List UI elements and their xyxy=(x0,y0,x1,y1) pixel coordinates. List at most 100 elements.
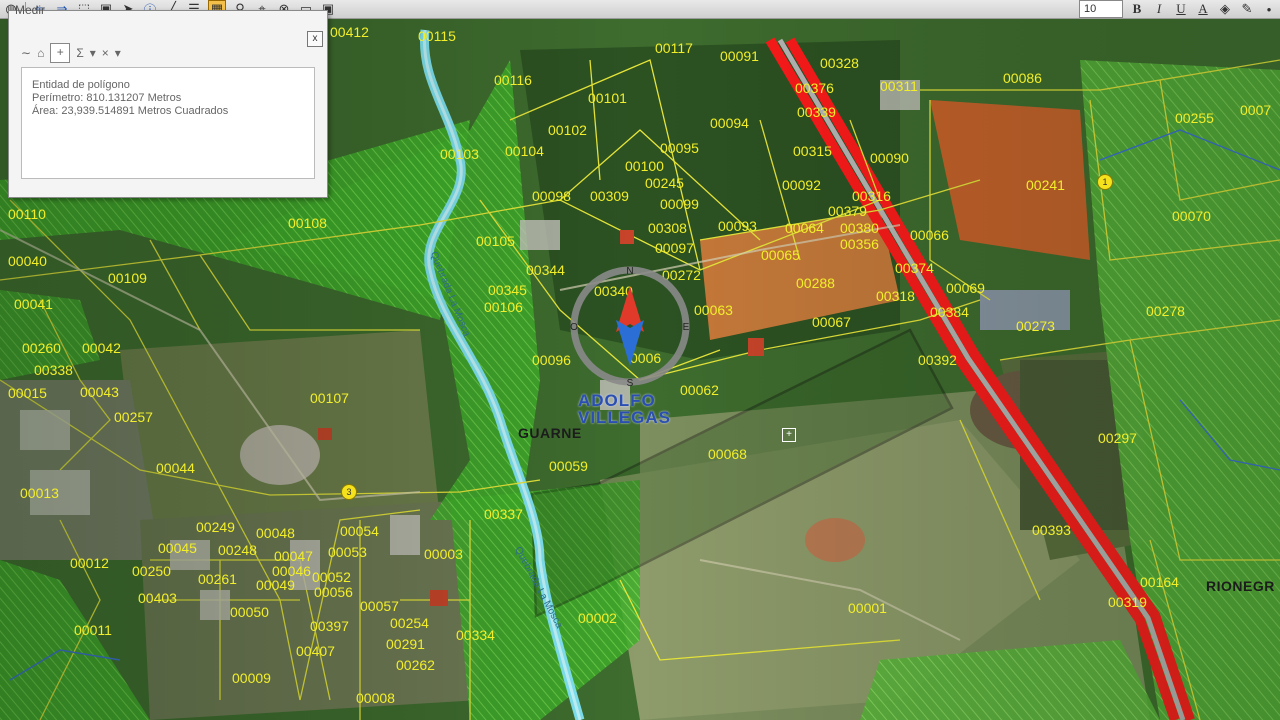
parcel-label: 00117 xyxy=(655,40,693,56)
place-label-guarne: GUARNE xyxy=(518,425,582,441)
parcel-label: 00053 xyxy=(328,544,367,560)
parcel-label: 00105 xyxy=(476,233,515,249)
marker-color-icon[interactable]: • xyxy=(1261,1,1277,17)
line-color-icon[interactable]: ✎ xyxy=(1239,1,1255,17)
parcel-label: 00067 xyxy=(812,314,851,330)
parcel-label: 00048 xyxy=(256,525,295,541)
parcel-label: 00384 xyxy=(930,304,969,320)
parcel-label: 00041 xyxy=(14,296,53,312)
place-label-rionegro: RIONEGR xyxy=(1206,578,1275,594)
parcel-label: 00288 xyxy=(796,275,835,291)
parcel-label: 00241 xyxy=(1026,177,1065,193)
compass-north-label: N xyxy=(626,266,633,277)
parcel-label: 00099 xyxy=(660,196,699,212)
parcel-label: 00068 xyxy=(708,446,747,462)
compass-needle-south xyxy=(616,320,644,366)
parcel-label: 00403 xyxy=(138,590,177,606)
parcel-label: 00338 xyxy=(34,362,73,378)
measure-area-icon[interactable]: ⌂ xyxy=(37,46,44,60)
measure-feature-icon[interactable]: + xyxy=(50,43,71,63)
options-dropdown-icon[interactable]: ▾ xyxy=(115,46,121,60)
parcel-label: 00009 xyxy=(232,670,271,686)
parcel-label: 00380 xyxy=(840,220,879,236)
parcel-label: 00297 xyxy=(1098,430,1137,446)
text-color-button[interactable]: A xyxy=(1195,1,1211,17)
parcel-label: 00040 xyxy=(8,253,47,269)
parcel-label: 00291 xyxy=(386,636,425,652)
parcel-label: 00116 xyxy=(494,72,532,88)
parcel-label: 00097 xyxy=(655,240,694,256)
parcel-label: 00042 xyxy=(82,340,121,356)
parcel-label: 00273 xyxy=(1016,318,1055,334)
parcel-label: 00254 xyxy=(390,615,429,631)
underline-button[interactable]: U xyxy=(1173,1,1189,17)
parcel-label: 00098 xyxy=(532,188,571,204)
result-feature-type: Entidad de polígono xyxy=(32,79,130,91)
parcel-label: 00045 xyxy=(158,540,197,556)
parcel-label: 00379 xyxy=(828,203,867,219)
parcel-label: 00344 xyxy=(526,262,565,278)
parcel-label: 00064 xyxy=(785,220,824,236)
result-perimeter: Perímetro: 810.131207 Metros xyxy=(32,92,182,104)
measure-tools: ∼ ⌂ + Σ ▾ × ▾ xyxy=(21,43,121,63)
parcel-label: 00393 xyxy=(1032,522,1071,538)
parcel-label: 00164 xyxy=(1140,574,1179,590)
parcel-label: 00397 xyxy=(310,618,349,634)
brand-line: ADOLFO xyxy=(578,391,656,410)
parcel-label: 00339 xyxy=(797,104,836,120)
close-button[interactable]: x xyxy=(307,31,323,47)
fill-color-icon[interactable]: ◈ xyxy=(1217,1,1233,17)
parcel-label: 00374 xyxy=(895,260,934,276)
parcel-label: 00407 xyxy=(296,643,335,659)
parcel-label: 00316 xyxy=(852,188,891,204)
parcel-label: 00108 xyxy=(288,215,327,231)
parcel-label: 00376 xyxy=(795,80,834,96)
parcel-label: 00356 xyxy=(840,236,879,252)
map-marker[interactable]: 1 xyxy=(1097,174,1113,190)
measure-window-title: Medir xyxy=(15,3,46,17)
parcel-label: 00086 xyxy=(1003,70,1042,86)
parcel-label: 00392 xyxy=(918,352,957,368)
measure-line-icon[interactable]: ∼ xyxy=(21,46,31,60)
parcel-label: 00013 xyxy=(20,485,59,501)
compass-watermark: N S E O xyxy=(570,266,690,389)
parcel-label: 00102 xyxy=(548,122,587,138)
parcel-label: 00107 xyxy=(310,390,349,406)
parcel-label: 00043 xyxy=(80,384,119,400)
parcel-label: 00049 xyxy=(256,577,295,593)
parcel-label: 00008 xyxy=(356,690,395,706)
brand-watermark: ADOLFO VILLEGAS xyxy=(578,392,671,426)
parcel-label: 00255 xyxy=(1175,110,1214,126)
parcel-label: 00011 xyxy=(74,622,112,638)
parcel-label: 00104 xyxy=(505,143,544,159)
parcel-label: 00106 xyxy=(484,299,523,315)
parcel-label: 00100 xyxy=(625,158,664,174)
mouse-cursor-icon: + xyxy=(782,428,796,442)
sum-button[interactable]: Σ xyxy=(76,46,83,60)
parcel-label: 00066 xyxy=(910,227,949,243)
parcel-label: 00003 xyxy=(424,546,463,562)
clear-button[interactable]: × xyxy=(102,46,109,60)
parcel-label: 00109 xyxy=(108,270,147,286)
parcel-label: 00059 xyxy=(549,458,588,474)
parcel-label: 00328 xyxy=(820,55,859,71)
parcel-label: 00101 xyxy=(588,90,627,106)
units-dropdown-icon[interactable]: ▾ xyxy=(90,46,96,60)
parcel-label: 00308 xyxy=(648,220,687,236)
brand-line: VILLEGAS xyxy=(578,408,672,427)
parcel-label: 00065 xyxy=(761,247,800,263)
map-marker[interactable]: 3 xyxy=(341,484,357,500)
parcel-label: 00056 xyxy=(314,584,353,600)
font-size-select[interactable]: 10 xyxy=(1079,0,1123,18)
parcel-label: 00090 xyxy=(870,150,909,166)
bold-button[interactable]: B xyxy=(1129,1,1145,17)
parcel-label: 00115 xyxy=(418,28,456,44)
parcel-label: 00319 xyxy=(1108,594,1147,610)
parcel-label: 00337 xyxy=(484,506,523,522)
italic-button[interactable]: I xyxy=(1151,1,1167,17)
parcel-label: 00001 xyxy=(848,600,887,616)
parcel-label: 00015 xyxy=(8,385,47,401)
parcel-label: 00278 xyxy=(1146,303,1185,319)
measure-results: Entidad de polígono Perímetro: 810.13120… xyxy=(21,67,315,179)
parcel-label: 00260 xyxy=(22,340,61,356)
